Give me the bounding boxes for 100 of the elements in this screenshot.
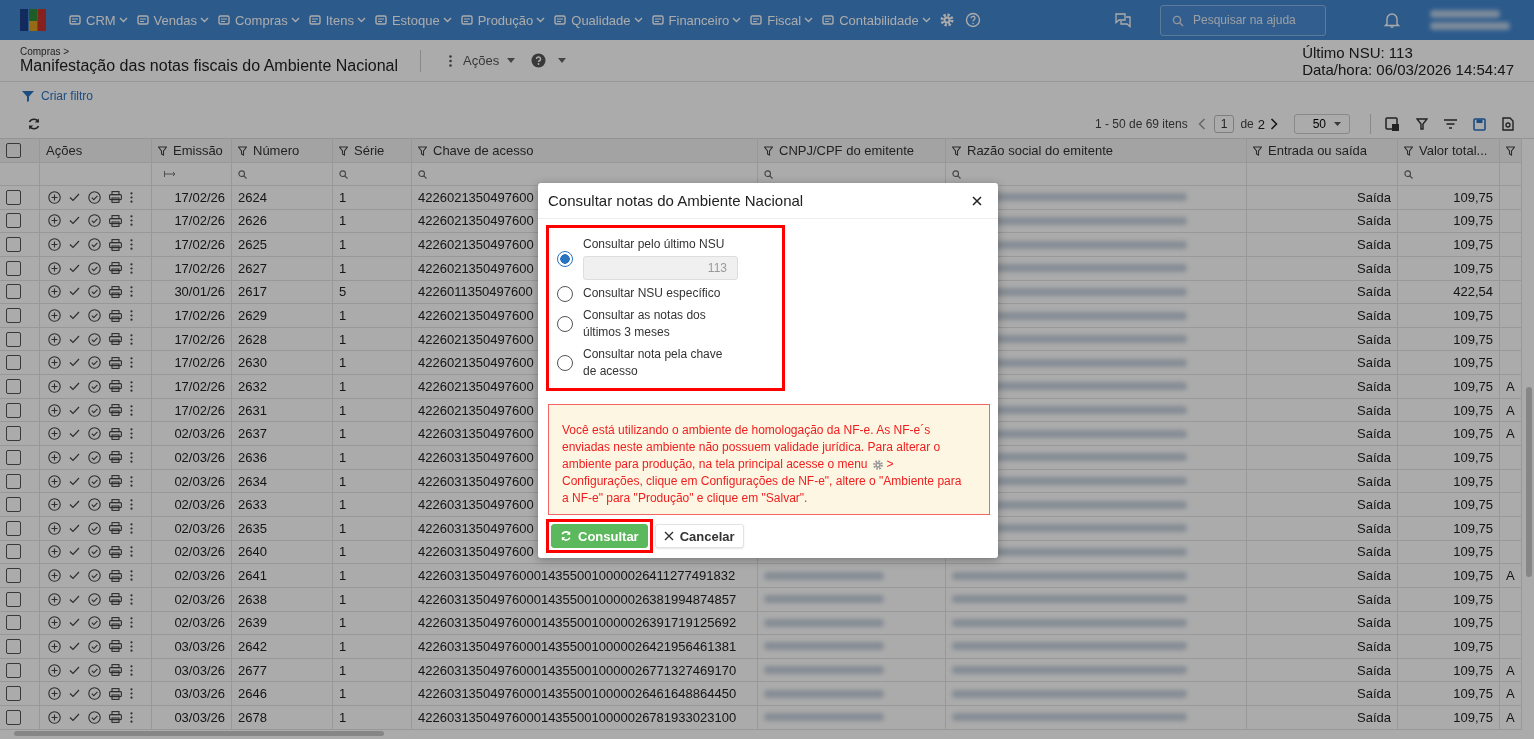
- row-checkbox[interactable]: [6, 284, 21, 300]
- export-icon[interactable]: [1502, 117, 1514, 131]
- more-icon[interactable]: [130, 286, 133, 298]
- check-circle-icon[interactable]: [88, 545, 101, 559]
- more-icon[interactable]: [130, 641, 133, 652]
- filter-cell[interactable]: [232, 163, 333, 186]
- check-circle-icon[interactable]: [88, 687, 101, 701]
- help-menu-button[interactable]: [531, 53, 567, 68]
- row-checkbox[interactable]: [6, 615, 21, 631]
- row-checkbox[interactable]: [6, 449, 21, 465]
- printer-icon[interactable]: [109, 356, 122, 369]
- check-circle-icon[interactable]: [88, 663, 101, 677]
- more-icon[interactable]: [130, 451, 133, 463]
- check-circle-icon[interactable]: [88, 616, 101, 630]
- close-icon[interactable]: [972, 195, 982, 206]
- check-circle-icon[interactable]: [88, 261, 101, 275]
- check-circle-icon[interactable]: [88, 285, 101, 299]
- actions-menu-button[interactable]: Ações: [449, 53, 516, 68]
- search-icon[interactable]: [952, 169, 961, 179]
- printer-icon[interactable]: [109, 616, 122, 629]
- add-icon[interactable]: [48, 687, 61, 701]
- row-checkbox[interactable]: [6, 473, 21, 489]
- add-icon[interactable]: [48, 403, 61, 417]
- check-icon[interactable]: [69, 192, 80, 202]
- add-icon[interactable]: [48, 710, 61, 724]
- column-header[interactable]: Razão social do emitente: [967, 143, 1113, 158]
- more-icon[interactable]: [130, 664, 133, 676]
- column-filter-icon[interactable]: [158, 145, 167, 156]
- check-icon[interactable]: [69, 240, 80, 250]
- more-icon[interactable]: [130, 404, 133, 416]
- row-checkbox[interactable]: [6, 639, 21, 654]
- radio-label[interactable]: Consultar pelo último NSU: [583, 236, 733, 253]
- more-icon[interactable]: [130, 239, 133, 251]
- add-icon[interactable]: [48, 261, 61, 275]
- add-icon[interactable]: [48, 238, 61, 252]
- check-circle-icon[interactable]: [88, 498, 101, 512]
- save-icon[interactable]: [1473, 117, 1486, 131]
- select-all-checkbox[interactable]: [6, 143, 21, 158]
- printer-icon[interactable]: [109, 404, 122, 417]
- check-icon[interactable]: [69, 689, 80, 699]
- page-number-field[interactable]: 1: [1213, 115, 1235, 133]
- scrollbar[interactable]: [14, 731, 384, 736]
- check-icon[interactable]: [69, 523, 80, 533]
- check-circle-icon[interactable]: [88, 710, 101, 724]
- chat-icon[interactable]: [1114, 12, 1132, 28]
- add-icon[interactable]: [48, 592, 61, 606]
- row-checkbox[interactable]: [6, 709, 21, 725]
- row-checkbox[interactable]: [6, 591, 21, 607]
- cancel-button[interactable]: Cancelar: [654, 524, 744, 548]
- more-icon[interactable]: [130, 380, 133, 392]
- row-checkbox[interactable]: [6, 497, 21, 513]
- check-icon[interactable]: [69, 429, 80, 439]
- check-icon[interactable]: [69, 571, 80, 581]
- add-icon[interactable]: [48, 521, 61, 535]
- more-icon[interactable]: [130, 262, 133, 274]
- create-filter-link[interactable]: Criar filtro: [22, 89, 93, 103]
- check-circle-icon[interactable]: [88, 238, 101, 252]
- check-circle-icon[interactable]: [88, 640, 101, 653]
- more-icon[interactable]: [130, 191, 133, 203]
- column-header[interactable]: Chave de acesso: [433, 143, 534, 158]
- search-icon[interactable]: [418, 169, 427, 179]
- column-header[interactable]: Série: [354, 143, 385, 158]
- check-circle-icon[interactable]: [88, 356, 101, 370]
- add-icon[interactable]: [48, 474, 61, 488]
- settings-icon[interactable]: [938, 12, 955, 28]
- row-checkbox[interactable]: [6, 426, 21, 442]
- row-checkbox[interactable]: [6, 520, 21, 536]
- more-icon[interactable]: [130, 310, 133, 321]
- column-filter-icon[interactable]: [764, 145, 773, 156]
- add-icon[interactable]: [48, 332, 61, 346]
- check-circle-icon[interactable]: [88, 379, 101, 393]
- more-icon[interactable]: [130, 546, 133, 558]
- page-size-select[interactable]: 50: [1294, 114, 1350, 134]
- next-page-icon[interactable]: [1270, 118, 1278, 130]
- printer-icon[interactable]: [109, 214, 122, 227]
- add-icon[interactable]: [48, 427, 61, 441]
- add-icon[interactable]: [48, 640, 61, 653]
- check-icon[interactable]: [69, 452, 80, 462]
- columns-icon[interactable]: [1385, 117, 1400, 131]
- row-checkbox[interactable]: [6, 237, 21, 253]
- add-icon[interactable]: [48, 190, 61, 204]
- column-filter-icon[interactable]: [1506, 145, 1515, 156]
- range-icon[interactable]: [164, 171, 176, 177]
- check-circle-icon[interactable]: [88, 569, 101, 583]
- check-circle-icon[interactable]: [88, 332, 101, 346]
- search-icon[interactable]: [238, 169, 247, 179]
- add-icon[interactable]: [48, 616, 61, 630]
- printer-icon[interactable]: [109, 545, 122, 558]
- printer-icon[interactable]: [109, 640, 122, 653]
- search-icon[interactable]: [764, 169, 773, 179]
- more-icon[interactable]: [130, 499, 133, 511]
- row-checkbox[interactable]: [6, 686, 21, 702]
- radio-label[interactable]: Consultar nota pela chave de acesso: [583, 346, 733, 380]
- add-icon[interactable]: [48, 569, 61, 583]
- column-filter-icon[interactable]: [238, 145, 247, 156]
- more-icon[interactable]: [130, 688, 133, 700]
- add-icon[interactable]: [48, 450, 61, 464]
- row-checkbox[interactable]: [6, 568, 21, 584]
- check-icon[interactable]: [69, 311, 80, 320]
- breadcrumb[interactable]: Compras >: [20, 46, 398, 57]
